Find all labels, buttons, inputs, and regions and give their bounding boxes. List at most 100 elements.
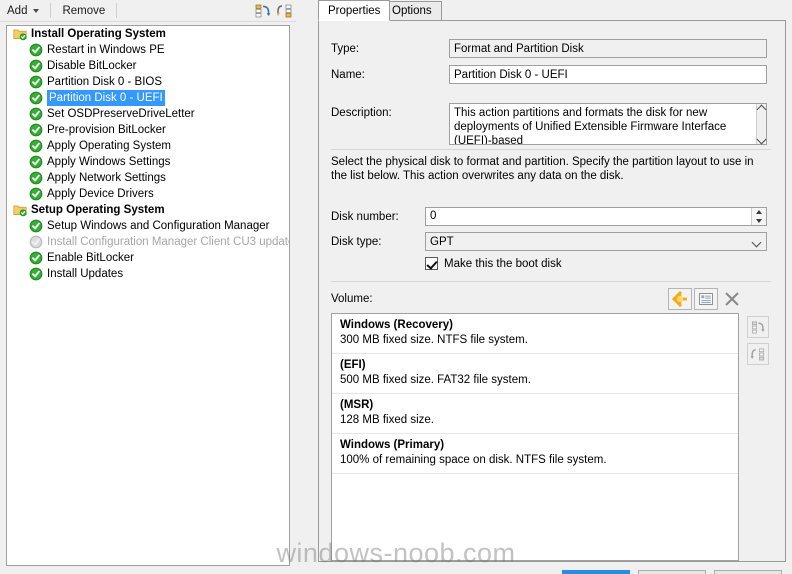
apply-button[interactable]: [714, 570, 782, 574]
folder-check-icon: [13, 203, 27, 217]
chevron-down-icon: [33, 8, 40, 13]
boot-disk-checkbox[interactable]: [425, 257, 438, 270]
description-label-wrap: Description:: [331, 107, 392, 119]
tree-item[interactable]: Setup Operating System: [7, 202, 289, 218]
triangle-down-icon: [756, 218, 762, 223]
divider-top: [331, 149, 771, 150]
tree-item[interactable]: Setup Windows and Configuration Manager: [7, 218, 289, 234]
tree-item[interactable]: Apply Operating System: [7, 138, 289, 154]
tree-item[interactable]: Pre-provision BitLocker: [7, 122, 289, 138]
new-volume-icon: [672, 291, 687, 307]
folder-check-icon: [13, 27, 27, 41]
gray-check-icon: [29, 235, 43, 249]
green-check-icon: [29, 107, 43, 121]
toolbar-separator-2: [116, 3, 118, 18]
green-check-icon: [29, 219, 43, 233]
tree-item[interactable]: Install Operating System: [7, 26, 289, 42]
tree-item-label: Install Updates: [47, 268, 124, 280]
tree-item-label: Partition Disk 0 - UEFI: [47, 90, 165, 106]
tree-item[interactable]: Restart in Windows PE: [7, 42, 289, 58]
volume-toolbar: [668, 288, 744, 310]
disk-number-value[interactable]: 0: [426, 208, 751, 225]
step-details-pane: Properties Options Type: Format and Part…: [312, 0, 792, 574]
add-button[interactable]: Add: [0, 1, 46, 21]
disk-number-stepper[interactable]: 0: [425, 207, 767, 226]
delete-volume-icon: [725, 292, 739, 306]
delete-volume-button[interactable]: [720, 288, 744, 310]
green-check-icon: [29, 251, 43, 265]
remove-button-label: Remove: [62, 4, 106, 17]
move-down-icon: [750, 348, 764, 360]
green-check-icon: [29, 43, 43, 57]
tree-toolbar: Add Remove: [0, 0, 296, 22]
volume-list-item[interactable]: Windows (Recovery) 300 MB fixed size. NTF…: [332, 314, 738, 354]
green-check-icon: [29, 75, 43, 89]
gray-check-icon: [29, 235, 43, 249]
volume-detail: 128 MB fixed size.: [340, 414, 434, 426]
tree-item-label: Enable BitLocker: [47, 252, 134, 264]
new-volume-button[interactable]: [668, 288, 692, 310]
move-volume-up-button[interactable]: [747, 316, 769, 338]
description-textarea[interactable]: This action partitions and formats the d…: [449, 103, 767, 145]
spinner-down-button[interactable]: [752, 217, 766, 226]
tree-item-label: Install Configuration Manager Client CU3…: [47, 236, 290, 248]
scroll-up-icon[interactable]: [757, 106, 766, 112]
application-window: Add Remove Install Operating System Rest…: [0, 0, 792, 574]
folder-check-icon: [13, 29, 27, 41]
tree-item[interactable]: Enable BitLocker: [7, 250, 289, 266]
disk-type-label: Disk type:: [331, 236, 382, 248]
green-check-icon: [29, 171, 43, 185]
volume-list[interactable]: Windows (Recovery) 300 MB fixed size. NTF…: [331, 313, 739, 561]
tab-properties-label: Properties: [328, 5, 381, 17]
tab-options[interactable]: Options: [382, 1, 442, 21]
boot-disk-checkbox-row[interactable]: Make this the boot disk: [425, 257, 562, 270]
help-text: Select the physical disk to format and p…: [331, 156, 754, 182]
tree-item[interactable]: Partition Disk 0 - UEFI: [7, 90, 289, 106]
green-check-icon: [29, 43, 43, 57]
tree-item[interactable]: Partition Disk 0 - BIOS: [7, 74, 289, 90]
volume-detail: 300 MB fixed size. NTFS file system.: [340, 334, 528, 346]
tree-item[interactable]: Apply Device Drivers: [7, 186, 289, 202]
tree-item[interactable]: Disable BitLocker: [7, 58, 289, 74]
task-sequence-tree[interactable]: Install Operating System Restart in Windo…: [6, 25, 290, 566]
tree-item[interactable]: Apply Network Settings: [7, 170, 289, 186]
collapse-all-button[interactable]: [252, 1, 274, 21]
move-volume-down-button[interactable]: [747, 343, 769, 365]
volume-title: Windows (Recovery): [340, 319, 454, 331]
cancel-button[interactable]: [638, 570, 706, 574]
disk-type-select[interactable]: GPT: [425, 232, 767, 251]
volume-list-item[interactable]: (EFI) 500 MB fixed size. FAT32 file syste…: [332, 354, 738, 394]
tree-item[interactable]: Apply Windows Settings: [7, 154, 289, 170]
name-label: Name:: [331, 69, 365, 81]
volume-label: Volume:: [331, 293, 373, 305]
disk-type-label-wrap: Disk type:: [331, 236, 382, 248]
volume-title: (MSR): [340, 399, 374, 411]
description-value: This action partitions and formats the d…: [454, 107, 727, 144]
volume-list-item[interactable]: (MSR) 128 MB fixed size.: [332, 394, 738, 434]
name-input[interactable]: Partition Disk 0 - UEFI: [449, 65, 767, 84]
pane-splitter[interactable]: [296, 0, 312, 574]
description-scrollbar[interactable]: [756, 104, 766, 144]
scroll-down-icon[interactable]: [757, 136, 766, 142]
ok-button[interactable]: [562, 570, 630, 574]
expand-all-button[interactable]: [274, 1, 296, 21]
tab-properties[interactable]: Properties: [318, 0, 391, 21]
green-check-icon: [29, 139, 43, 153]
volume-detail: 100% of remaining space on disk. NTFS fi…: [340, 454, 607, 466]
chevron-down-icon: [752, 239, 761, 245]
combo-arrow-button[interactable]: [746, 239, 766, 245]
green-check-icon: [29, 59, 43, 73]
remove-button[interactable]: Remove: [55, 1, 112, 21]
tree-item-label: Apply Windows Settings: [47, 156, 171, 168]
spinner-up-button[interactable]: [752, 208, 766, 217]
tree-item[interactable]: Install Configuration Manager Client CU3…: [7, 234, 289, 250]
disk-type-value: GPT: [430, 235, 454, 248]
disk-number-label: Disk number:: [331, 211, 399, 223]
spinner-buttons[interactable]: [751, 208, 766, 225]
volume-properties-button[interactable]: [694, 288, 718, 310]
green-check-icon: [29, 219, 43, 233]
tree-item[interactable]: Install Updates: [7, 266, 289, 282]
volume-rows: Windows (Recovery) 300 MB fixed size. NTF…: [332, 314, 738, 474]
tree-item[interactable]: Set OSDPreserveDriveLetter: [7, 106, 289, 122]
volume-list-item[interactable]: Windows (Primary) 100% of remaining space…: [332, 434, 738, 474]
